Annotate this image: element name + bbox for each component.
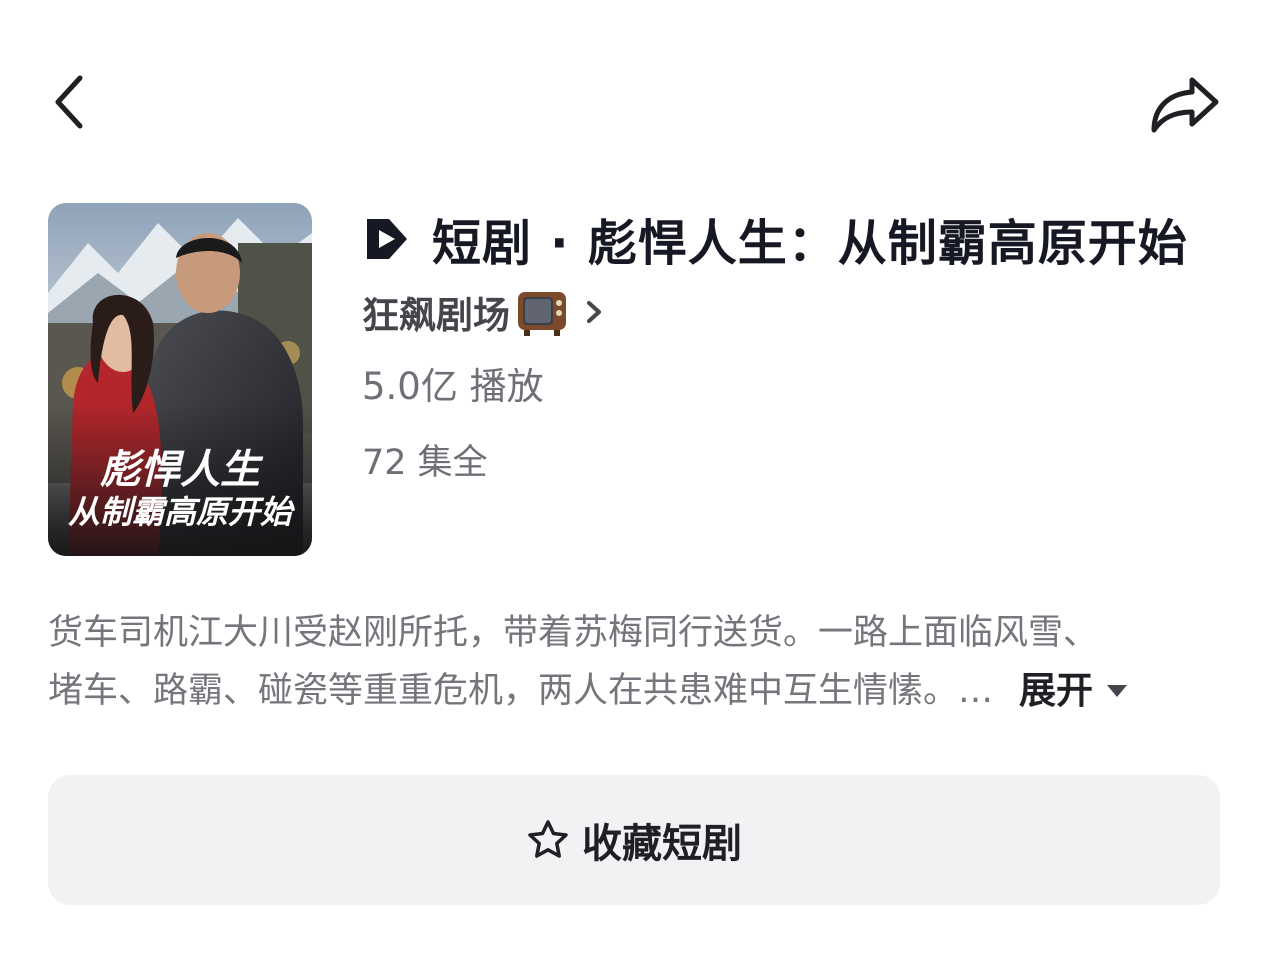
poster-image: 彪悍人生 从制霸高原开始 <box>48 203 312 556</box>
back-button[interactable] <box>40 66 100 138</box>
poster-title-line2: 从制霸高原开始 <box>68 494 295 530</box>
top-nav-bar <box>0 0 1268 200</box>
drama-title-row: 短剧 · 彪悍人生：从制霸高原开始 <box>362 206 1188 272</box>
tv-icon <box>518 292 566 336</box>
episode-count: 72 集全 <box>362 443 488 483</box>
expand-label: 展开 <box>1019 669 1094 712</box>
share-button[interactable] <box>1140 64 1230 144</box>
drama-poster[interactable]: 彪悍人生 从制霸高原开始 <box>48 203 312 556</box>
poster-title-line1: 彪悍人生 <box>100 447 264 492</box>
author-link[interactable]: 狂飙剧场 <box>362 284 604 340</box>
drama-title: 短剧 · 彪悍人生：从制霸高原开始 <box>432 214 1188 272</box>
chevron-right-icon <box>587 301 601 323</box>
description-line-2: 堵车、路霸、碰瓷等重重危机，两人在共患难中互生情愫。… <box>48 671 994 711</box>
play-badge-icon <box>362 214 412 264</box>
drama-description: 货车司机江大川受赵刚所托，带着苏梅同行送货。一路上面临风雪、 堵车、路霸、碰瓷等… <box>48 604 1218 720</box>
caret-down-icon <box>1107 685 1128 697</box>
author-name: 狂飙剧场 <box>362 294 510 337</box>
share-arrow-icon <box>1151 77 1219 133</box>
collect-drama-button[interactable]: 收藏短剧 <box>48 775 1220 905</box>
star-outline-icon <box>528 820 568 858</box>
description-line-1: 货车司机江大川受赵刚所托，带着苏梅同行送货。一路上面临风雪、 <box>48 613 1099 653</box>
chevron-left-icon <box>55 75 83 129</box>
expand-button[interactable]: 展开 <box>1019 662 1129 720</box>
play-count: 5.0亿 播放 <box>362 365 544 408</box>
collect-label: 收藏短剧 <box>582 821 742 867</box>
